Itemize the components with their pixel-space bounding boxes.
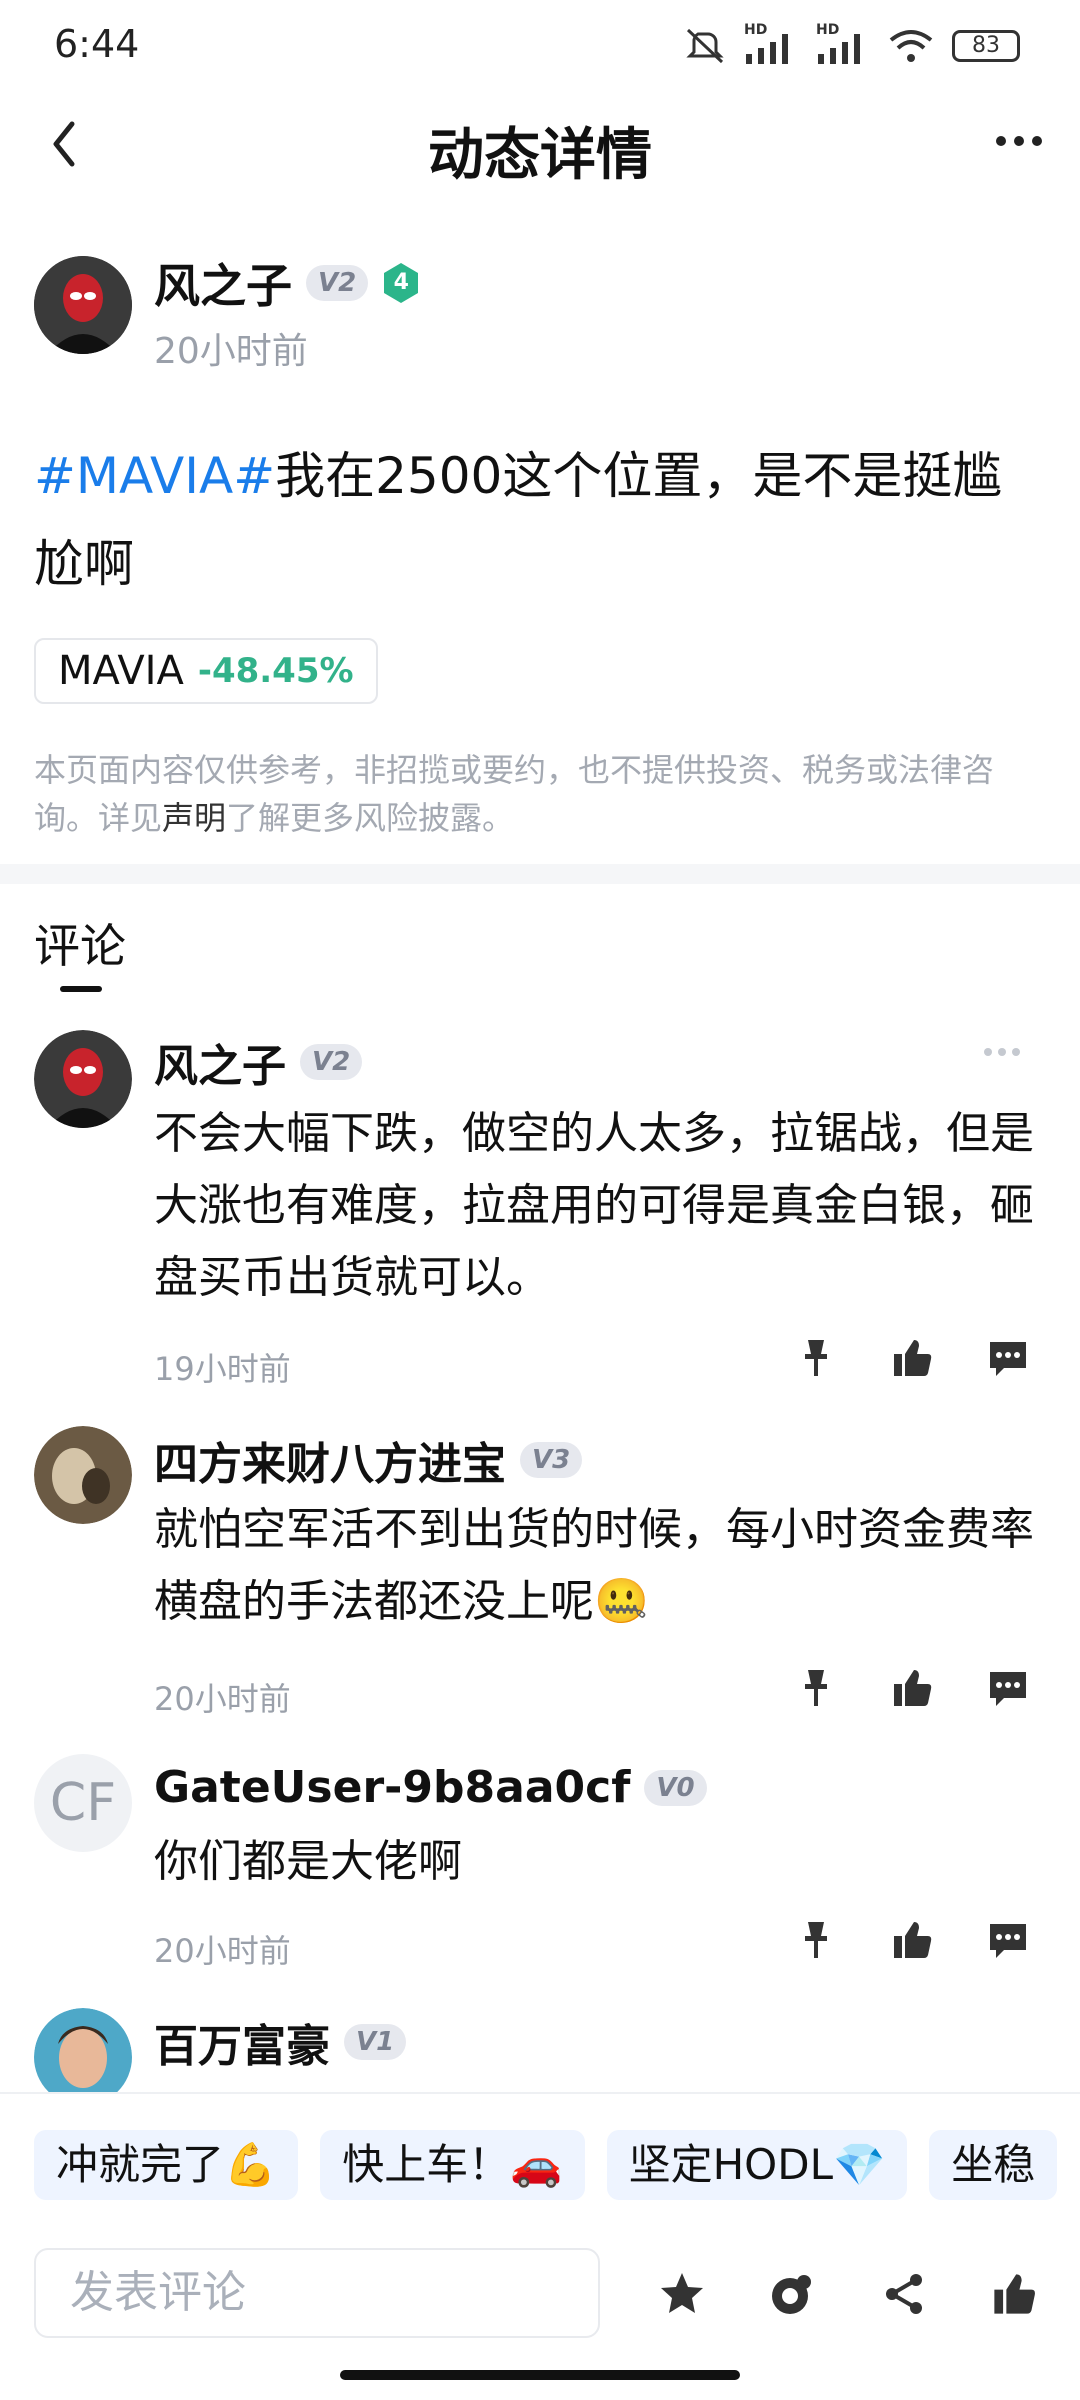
thumbs-up-icon[interactable] (890, 1666, 934, 1710)
status-time: 6:44 (54, 22, 140, 66)
post-content: #MAVIA#我在2500这个位置，是不是挺尴尬啊 (34, 432, 1044, 608)
comment-header: 风之子 V2 (154, 1030, 363, 1094)
quick-reply-chip[interactable]: 冲就完了💪 (34, 2130, 299, 2200)
token-change: -48.45% (197, 651, 354, 691)
pin-icon[interactable] (794, 1336, 838, 1380)
comment-time: 19小时前 (154, 1350, 291, 1388)
comment-text: 就怕空军活不到出货的时候，每小时资金费率横盘的手法都还没上呢🤐 (154, 1504, 1034, 1627)
comment-author[interactable]: 风之子 (154, 1030, 286, 1094)
comment-text: 你们都是大佬啊 (154, 1836, 462, 1887)
system-icons: HD HD 83 (684, 22, 1020, 66)
comment-time: 20小时前 (154, 1680, 291, 1718)
comment-header: 四方来财八方进宝 V3 (154, 1428, 583, 1492)
reply-icon[interactable] (986, 1666, 1030, 1710)
share-icon[interactable] (880, 2270, 928, 2318)
star-icon[interactable] (658, 2270, 706, 2318)
status-bar: 6:44 HD HD 83 (0, 0, 1080, 96)
vip-badge: V0 (644, 1769, 707, 1806)
comment-avatar[interactable] (34, 1030, 132, 1128)
comment-header: GateUser-9b8aa0cf V0 (154, 1762, 707, 1813)
quick-reply-bar: 冲就完了💪 快上车！🚗 坚定HODL💎 坐稳 (0, 2092, 1080, 2212)
comment-avatar[interactable] (34, 2008, 132, 2092)
vip-badge: V3 (520, 1442, 583, 1478)
nav-bar: 动态详情 (0, 96, 1080, 196)
comment-author[interactable]: GateUser-9b8aa0cf (154, 1762, 630, 1813)
token-chip[interactable]: MAVIA -48.45% (34, 638, 378, 704)
bottom-bar: 发表评论 (0, 2226, 1080, 2366)
repost-icon[interactable] (768, 2270, 816, 2318)
quick-reply-chip[interactable]: 坐稳 (929, 2130, 1058, 2200)
author-avatar[interactable] (34, 256, 132, 354)
comment-actions (794, 1336, 1030, 1380)
token-name: MAVIA (58, 648, 184, 694)
author-name[interactable]: 风之子 (154, 250, 292, 316)
tab-underline (60, 986, 102, 992)
signal-icon-2: HD (816, 22, 870, 66)
mute-icon (686, 28, 724, 64)
quick-reply-chip[interactable]: 快上车！🚗 (320, 2130, 585, 2200)
section-divider (0, 864, 1080, 884)
comment-header: 百万富豪 V1 (154, 2010, 407, 2074)
pin-icon[interactable] (794, 1666, 838, 1710)
comment-input[interactable]: 发表评论 (34, 2248, 600, 2338)
comment-avatar[interactable]: CF (34, 1754, 132, 1852)
vip-badge: V2 (300, 1044, 363, 1080)
wifi-icon (889, 30, 933, 62)
tab-comments[interactable]: 评论 (34, 910, 126, 976)
page-title: 动态详情 (428, 123, 652, 188)
comment-time: 20小时前 (154, 1932, 291, 1970)
vip-badge: V2 (306, 265, 369, 301)
comment-actions (794, 1666, 1030, 1710)
comment-actions (794, 1918, 1030, 1962)
more-horizontal-icon[interactable] (996, 136, 1042, 146)
post-time: 20小时前 (154, 331, 308, 372)
battery-indicator: 83 (952, 30, 1020, 62)
pin-icon[interactable] (794, 1918, 838, 1962)
reply-icon[interactable] (986, 1336, 1030, 1380)
comment-author[interactable]: 百万富豪 (154, 2010, 330, 2074)
vip-badge: V1 (344, 2024, 407, 2060)
home-indicator[interactable] (340, 2370, 740, 2380)
comment-avatar[interactable] (34, 1426, 132, 1524)
quick-reply-chip[interactable]: 坚定HODL💎 (606, 2130, 908, 2200)
disclaimer-link[interactable]: 声明 (162, 799, 226, 837)
comment-more-icon[interactable] (984, 1048, 1020, 1056)
disclaimer-text: 本页面内容仅供参考，非招揽或要约，也不提供投资、税务或法律咨询。详见声明了解更多… (34, 751, 995, 837)
comment-text: 不会大幅下跌，做空的人太多，拉锯战，但是大涨也有难度，拉盘用的可得是真金白银，砸… (154, 1108, 1034, 1303)
thumbs-up-icon[interactable] (890, 1918, 934, 1962)
author-row: 风之子 V2 4 (154, 250, 420, 316)
level-badge: 4 (382, 262, 420, 304)
thumbs-up-icon[interactable] (890, 1336, 934, 1380)
thumbs-up-icon[interactable] (990, 2270, 1038, 2318)
hashtag-link[interactable]: #MAVIA# (34, 447, 275, 505)
reply-icon[interactable] (986, 1918, 1030, 1962)
comment-author[interactable]: 四方来财八方进宝 (154, 1428, 506, 1492)
signal-icon-1: HD (744, 22, 798, 66)
